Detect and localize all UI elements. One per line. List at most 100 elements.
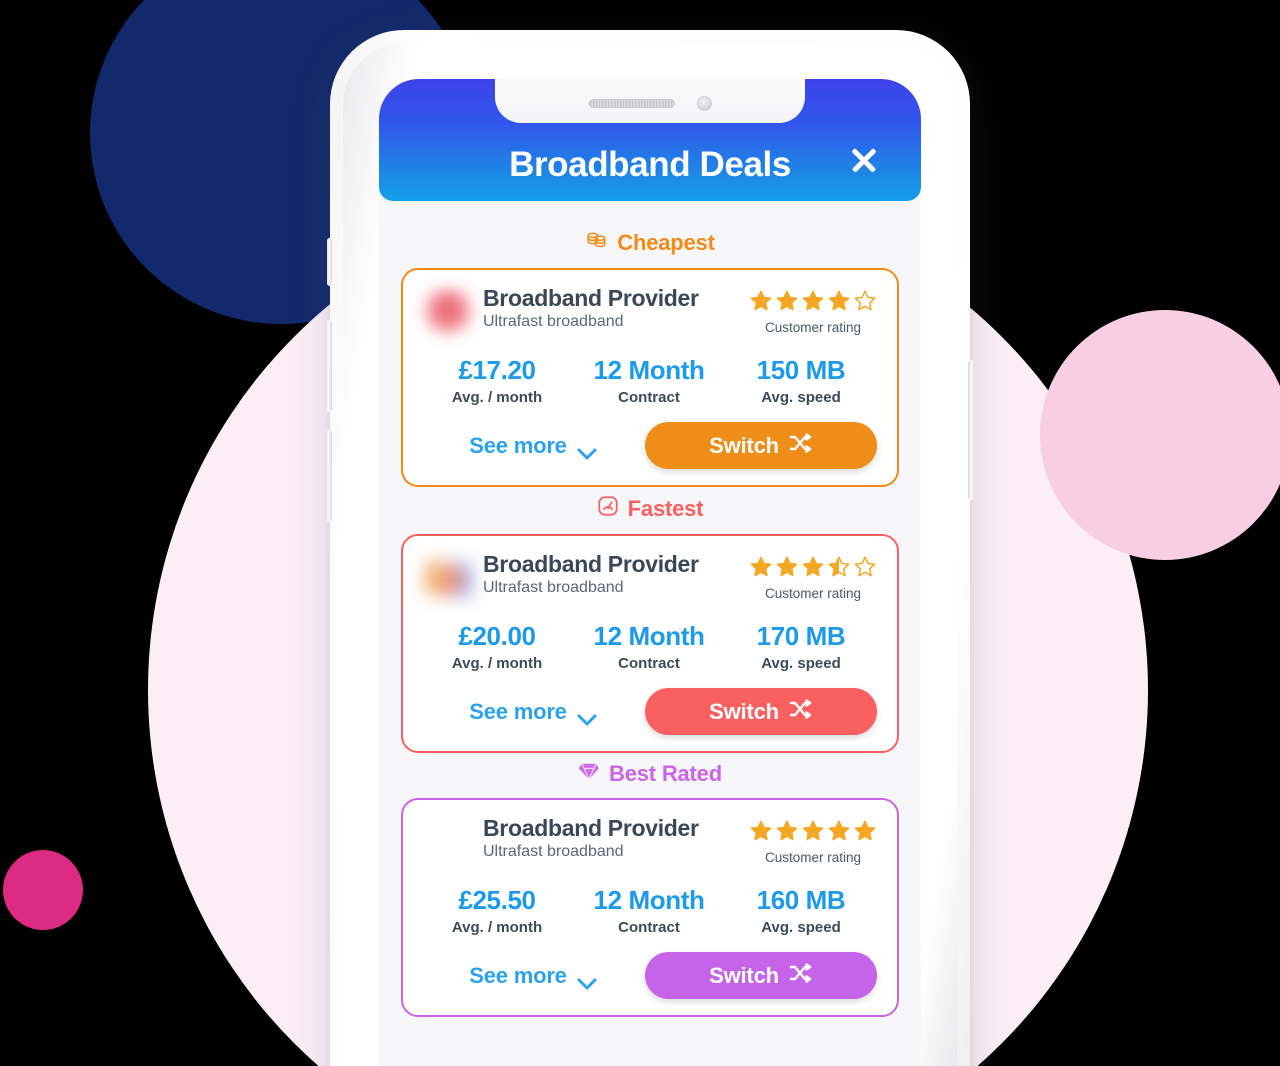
section-label-fastest: Fastest <box>401 495 899 523</box>
price-label: Avg. / month <box>451 655 543 672</box>
rating-caption: Customer rating <box>764 586 862 601</box>
switch-label: Switch <box>709 698 779 724</box>
switch-button[interactable]: Switch <box>645 952 877 999</box>
speed-label: Avg. speed <box>761 655 841 672</box>
price-value: £25.50 <box>458 885 536 915</box>
star-icon <box>749 819 773 848</box>
phone-screen: Broadband Deals Cheapest Broadband Provi… <box>379 79 921 1066</box>
rating-caption: Customer rating <box>764 320 862 335</box>
speaker-grille-icon <box>588 98 675 108</box>
rating-block: Customer rating <box>749 552 877 601</box>
price-label: Avg. / month <box>451 389 543 406</box>
see-more-link[interactable]: See more <box>421 433 645 459</box>
contract-label: Contract <box>618 919 680 936</box>
coins-icon <box>585 229 608 257</box>
close-icon[interactable] <box>847 143 881 177</box>
price-value: £20.00 <box>458 621 536 651</box>
deal-card-cheapest[interactable]: Broadband Provider Ultrafast broadband C… <box>401 268 899 487</box>
diamond-icon <box>578 761 600 787</box>
magenta-circle-decoration <box>3 850 83 930</box>
stat-price: £17.20 Avg. / month <box>421 355 573 406</box>
deal-card-header: Broadband Provider Ultrafast broadband C… <box>421 815 877 868</box>
deal-card-best-rated[interactable]: Broadband Provider Ultrafast broadband C… <box>401 798 899 1017</box>
price-value: £17.20 <box>458 355 536 385</box>
see-more-link[interactable]: See more <box>421 699 645 725</box>
phone-bezel: Broadband Deals Cheapest Broadband Provi… <box>343 43 957 1066</box>
star-icon <box>827 555 851 584</box>
deal-card-fastest[interactable]: Broadband Provider Ultrafast broadband C… <box>401 534 899 753</box>
rating-block: Customer rating <box>749 286 877 335</box>
provider-logo <box>421 288 475 338</box>
rating-caption: Customer rating <box>764 850 862 865</box>
power-button[interactable] <box>968 360 974 500</box>
section-title-text: Fastest <box>627 496 704 521</box>
contract-label: Contract <box>618 655 680 672</box>
provider-info: Broadband Provider Ultrafast broadband <box>481 815 743 861</box>
switch-label: Switch <box>709 432 779 458</box>
deal-card-header: Broadband Provider Ultrafast broadband C… <box>421 285 877 338</box>
chevron-down-icon <box>577 706 597 725</box>
page-root: Broadband Deals Cheapest Broadband Provi… <box>0 0 1280 1066</box>
deal-stats: £25.50 Avg. / month 12 Month Contract 16… <box>421 885 877 936</box>
deal-actions: See more Switch <box>421 688 877 735</box>
star-icon <box>775 289 799 318</box>
volume-down-button[interactable] <box>326 430 332 522</box>
provider-info: Broadband Provider Ultrafast broadband <box>481 551 743 597</box>
contract-value: 12 Month <box>593 355 705 385</box>
provider-logo <box>421 818 475 868</box>
speed-label: Avg. speed <box>761 389 841 406</box>
provider-logo <box>421 554 475 604</box>
star-rating <box>749 555 877 584</box>
star-icon <box>827 289 851 318</box>
speed-value: 150 MB <box>756 355 846 385</box>
switch-label: Switch <box>709 962 779 988</box>
star-icon <box>801 819 825 848</box>
stat-contract: 12 Month Contract <box>573 885 725 936</box>
shuffle-icon <box>789 962 813 989</box>
see-more-label: See more <box>469 432 567 458</box>
phone-notch <box>495 79 805 123</box>
star-icon <box>853 819 877 848</box>
front-camera-icon <box>696 95 712 111</box>
section-fastest: Fastest Broadband Provider Ultrafast bro… <box>401 495 899 753</box>
deal-actions: See more Switch <box>421 422 877 469</box>
provider-subtitle: Ultrafast broadband <box>483 842 624 860</box>
provider-info: Broadband Provider Ultrafast broadband <box>481 285 743 331</box>
speed-value: 160 MB <box>756 885 846 915</box>
switch-button[interactable]: Switch <box>645 422 877 469</box>
contract-value: 12 Month <box>593 621 705 651</box>
contract-value: 12 Month <box>593 885 705 915</box>
deal-card-header: Broadband Provider Ultrafast broadband C… <box>421 551 877 604</box>
star-icon <box>801 555 825 584</box>
star-icon <box>853 555 877 584</box>
silent-switch-button[interactable] <box>327 238 332 286</box>
shuffle-icon <box>789 698 813 725</box>
star-icon <box>775 819 799 848</box>
star-rating <box>749 819 877 848</box>
phone-mockup: Broadband Deals Cheapest Broadband Provi… <box>326 30 974 1066</box>
page-title: Broadband Deals <box>509 145 791 184</box>
speed-label: Avg. speed <box>761 919 841 936</box>
deal-actions: See more Switch <box>421 952 877 999</box>
see-more-link[interactable]: See more <box>421 963 645 989</box>
star-icon <box>749 289 773 318</box>
volume-up-button[interactable] <box>326 320 332 412</box>
section-cheapest: Cheapest Broadband Provider Ultrafast br… <box>401 229 899 487</box>
chevron-down-icon <box>577 440 597 459</box>
speed-value: 170 MB <box>756 621 846 651</box>
star-icon <box>775 555 799 584</box>
pink-circle-decoration <box>1040 310 1280 560</box>
stat-price: £25.50 Avg. / month <box>421 885 573 936</box>
provider-name: Broadband Provider <box>483 815 699 841</box>
star-rating <box>749 289 877 318</box>
stat-speed: 160 MB Avg. speed <box>725 885 877 936</box>
switch-button[interactable]: Switch <box>645 688 877 735</box>
star-icon <box>853 289 877 318</box>
stat-contract: 12 Month Contract <box>573 355 725 406</box>
star-icon <box>801 289 825 318</box>
shuffle-icon <box>789 432 813 459</box>
provider-subtitle: Ultrafast broadband <box>483 578 624 596</box>
contract-label: Contract <box>618 389 680 406</box>
speedometer-icon <box>597 495 619 523</box>
star-icon <box>749 555 773 584</box>
